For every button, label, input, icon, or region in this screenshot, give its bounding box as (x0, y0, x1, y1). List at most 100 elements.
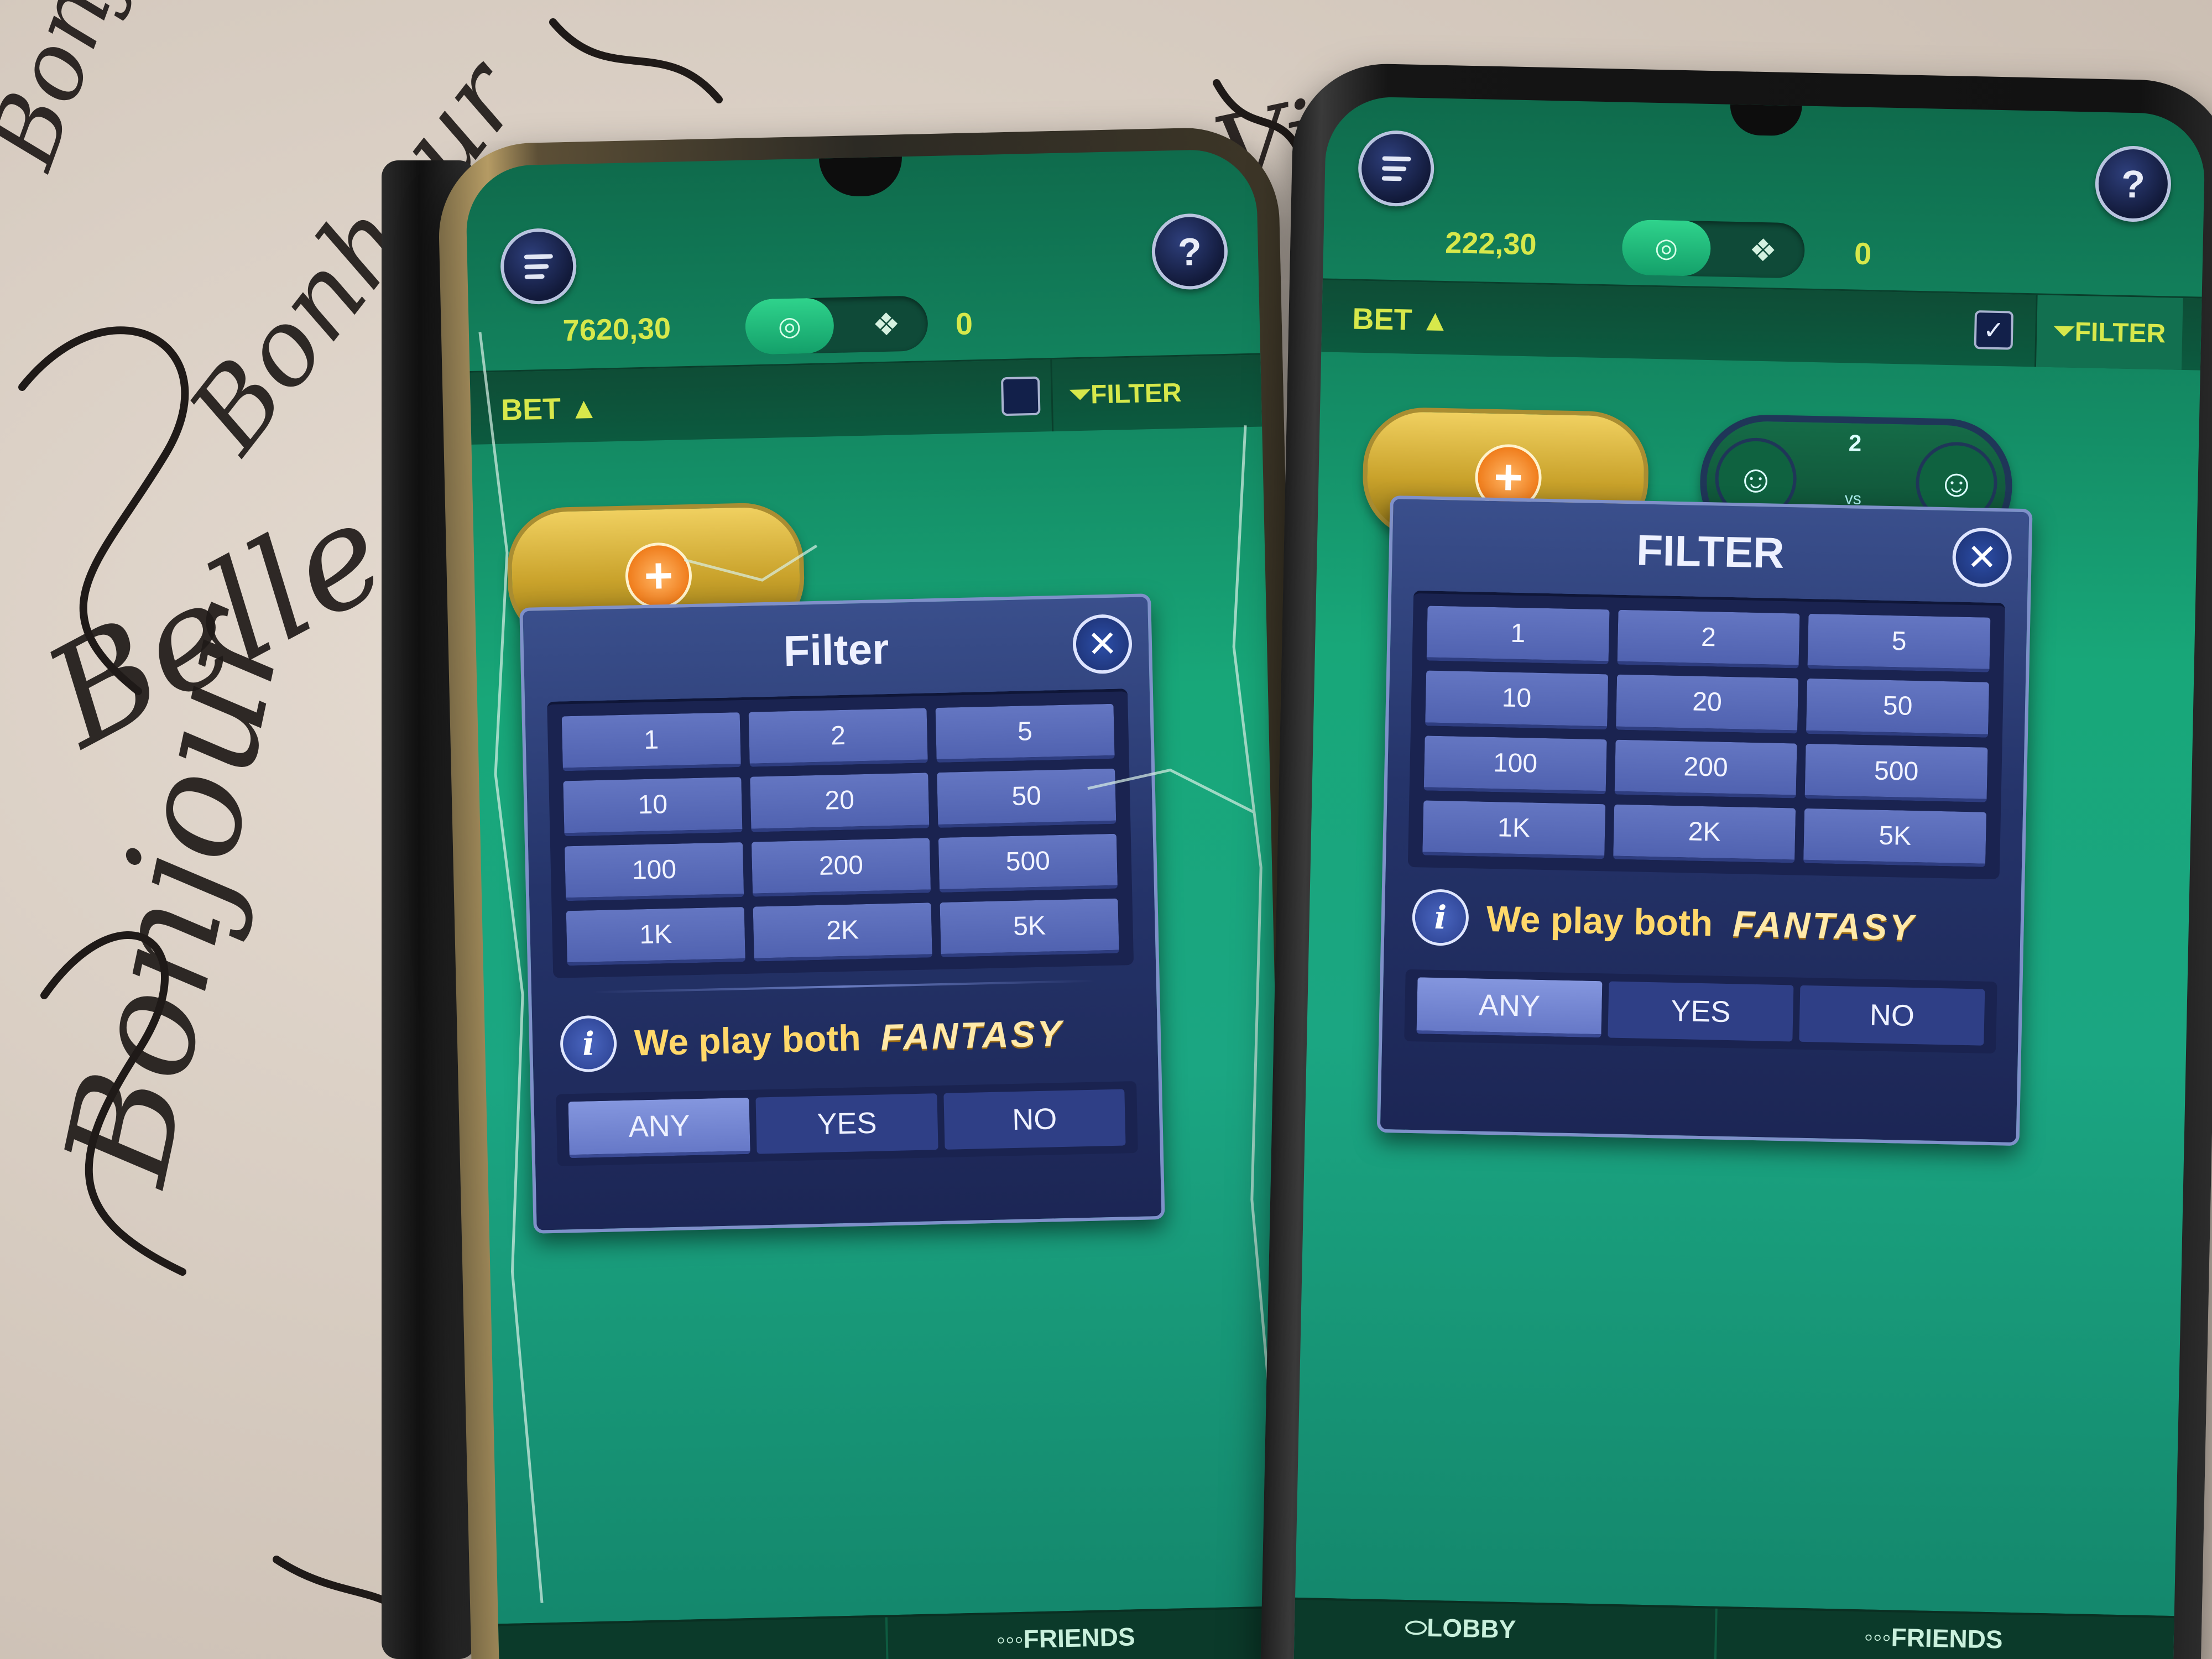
amount-button[interactable]: 5K (940, 898, 1119, 957)
fantasy-info-row: i We play both FANTASY (559, 1001, 1141, 1075)
choice-yes-button[interactable]: YES (755, 1093, 938, 1154)
choice-no-button[interactable]: NO (943, 1089, 1126, 1150)
choice-yes-button[interactable]: YES (1608, 981, 1794, 1042)
friends-label: FRIENDS (1891, 1623, 2004, 1654)
menu-button[interactable] (1357, 129, 1435, 207)
balance: 222,30 (1444, 226, 1537, 262)
lobby-label: LOBBY (1426, 1613, 1516, 1644)
amount-button[interactable]: 2 (1617, 609, 1800, 669)
photo-scene: Bonjour Belle Bonheur Vie Bonjour ? 7620… (0, 0, 2212, 1659)
amount-button[interactable]: 5 (1807, 613, 1991, 673)
filter-modal: Filter ✕ 1 2 5 10 20 50 100 200 500 1K 2… (519, 593, 1165, 1234)
amount-button[interactable]: 100 (565, 842, 744, 901)
choice-no-button[interactable]: NO (1799, 985, 1985, 1046)
amount-button[interactable]: 5K (1803, 808, 1987, 867)
friends-tab[interactable]: ◦◦◦ FRIENDS (996, 1611, 1136, 1659)
modal-title: FILTER (1636, 525, 1785, 577)
divider (592, 979, 1095, 994)
amount-button[interactable]: 1 (561, 712, 741, 771)
amount-button[interactable]: 20 (1615, 674, 1799, 734)
bet-sort-button[interactable]: BET ▲ (1352, 302, 1451, 338)
info-icon[interactable]: i (559, 1015, 618, 1073)
close-icon: ✕ (1086, 623, 1118, 665)
amount-button[interactable]: 500 (938, 833, 1118, 893)
funnel-icon: ⏷ (1069, 379, 1091, 410)
left-phone: ? 7620,30 ◎ ❖ 0 BET ▲ ⏷ FILTER + Filter … (437, 126, 1313, 1659)
friends-icon: ◦◦◦ (1864, 1622, 1892, 1652)
coin-icon: ◎ (1621, 219, 1712, 277)
coin-icon: ◎ (744, 298, 834, 355)
amount-button[interactable]: 1K (1422, 800, 1605, 859)
bet-label: BET (1352, 302, 1413, 337)
amount-button[interactable]: 200 (751, 837, 931, 897)
currency-toggle[interactable]: ◎ ❖ (744, 295, 928, 355)
amount-button[interactable]: 2K (1613, 804, 1796, 863)
amount-button[interactable]: 500 (1804, 743, 1988, 802)
friends-icon: ◦◦◦ (996, 1624, 1024, 1654)
menu-icon (524, 254, 553, 279)
check-icon: ✓ (1983, 315, 2005, 345)
plus-icon: + (624, 542, 693, 610)
amount-button[interactable]: 10 (563, 777, 743, 836)
choice-any-button[interactable]: ANY (1416, 977, 1603, 1038)
amount-button[interactable]: 50 (937, 768, 1117, 828)
amount-button[interactable]: 2K (753, 902, 932, 962)
right-phone: ? 222,30 ◎ ❖ 0 BET ▲ ✓ ⏷ FILTER + ☺ ☺ 2 … (1260, 62, 2212, 1659)
right-phone-screen: ? 222,30 ◎ ❖ 0 BET ▲ ✓ ⏷ FILTER + ☺ ☺ 2 … (1293, 96, 2206, 1659)
currency-toggle[interactable]: ◎ ❖ (1621, 219, 1806, 279)
amount-button[interactable]: 50 (1806, 679, 1989, 738)
pineapple-count: 0 (955, 306, 973, 342)
amount-grid: 1 2 5 10 20 50 100 200 500 1K 2K 5K (1407, 590, 2005, 880)
filter-tab[interactable]: ⏷ FILTER (2034, 295, 2183, 370)
caret-up-icon: ▲ (1420, 304, 1451, 338)
amount-button[interactable]: 2 (748, 708, 928, 767)
bottom-nav: ⬭ LOBBY ◦◦◦ FRIENDS (1293, 1597, 2174, 1659)
amount-button[interactable]: 1 (1426, 606, 1610, 665)
help-icon: ? (2121, 162, 2146, 206)
caret-up-icon: ▲ (568, 391, 599, 425)
fantasy-choice-group: ANY YES NO (1404, 969, 1997, 1054)
amount-button[interactable]: 100 (1423, 735, 1607, 795)
bottom-nav: ◦◦◦ FRIENDS (498, 1605, 1291, 1659)
balance: 7620,30 (562, 311, 671, 348)
filter-tab[interactable]: ⏷ FILTER (1050, 356, 1199, 432)
help-button[interactable]: ? (2094, 145, 2172, 223)
lobby-icon: ⬭ (1405, 1613, 1427, 1642)
help-button[interactable]: ? (1151, 212, 1229, 290)
filter-checkbox[interactable] (1000, 376, 1041, 416)
bet-bar: BET ▲ ⏷ FILTER (469, 353, 1262, 445)
nav-separator (1714, 1608, 1718, 1659)
amount-button[interactable]: 200 (1614, 739, 1797, 799)
filter-checkbox[interactable]: ✓ (1974, 310, 2014, 350)
modal-title: Filter (782, 624, 890, 676)
filter-label: FILTER (2074, 317, 2166, 348)
amount-button[interactable]: 5 (935, 703, 1115, 763)
filter-modal: FILTER ✕ 1 2 5 10 20 50 100 200 500 1K 2… (1376, 495, 2033, 1146)
pineapple-icon: ❖ (872, 306, 901, 342)
menu-icon (1381, 156, 1411, 181)
amount-button[interactable]: 1K (566, 906, 745, 966)
funnel-icon: ⏷ (2053, 316, 2075, 346)
fantasy-info-row: i We play both FANTASY (1411, 886, 2005, 959)
menu-button[interactable] (499, 227, 577, 305)
help-icon: ? (1177, 229, 1202, 274)
friends-tab[interactable]: ◦◦◦ FRIENDS (1863, 1611, 2003, 1659)
pineapple-count: 0 (1854, 236, 1872, 272)
fantasy-brand: FANTASY (880, 1012, 1065, 1058)
choice-any-button[interactable]: ANY (568, 1097, 751, 1159)
info-icon[interactable]: i (1411, 889, 1469, 947)
info-text: We play both (634, 1017, 862, 1063)
nav-separator (885, 1617, 889, 1659)
close-icon: ✕ (1966, 536, 1998, 578)
friends-label: FRIENDS (1023, 1622, 1136, 1653)
bet-sort-button[interactable]: BET ▲ (500, 391, 599, 427)
pineapple-icon: ❖ (1749, 232, 1777, 268)
amount-grid: 1 2 5 10 20 50 100 200 500 1K 2K 5K (547, 688, 1134, 978)
lobby-tab[interactable]: ⬭ LOBBY (1404, 1602, 1516, 1659)
vs-count: 2 (1848, 430, 1862, 456)
left-phone-screen: ? 7620,30 ◎ ❖ 0 BET ▲ ⏷ FILTER + Filter … (465, 148, 1291, 1659)
amount-button[interactable]: 10 (1425, 670, 1608, 729)
fantasy-choice-group: ANY YES NO (556, 1081, 1138, 1166)
bet-label: BET (500, 392, 561, 427)
amount-button[interactable]: 20 (750, 773, 930, 832)
